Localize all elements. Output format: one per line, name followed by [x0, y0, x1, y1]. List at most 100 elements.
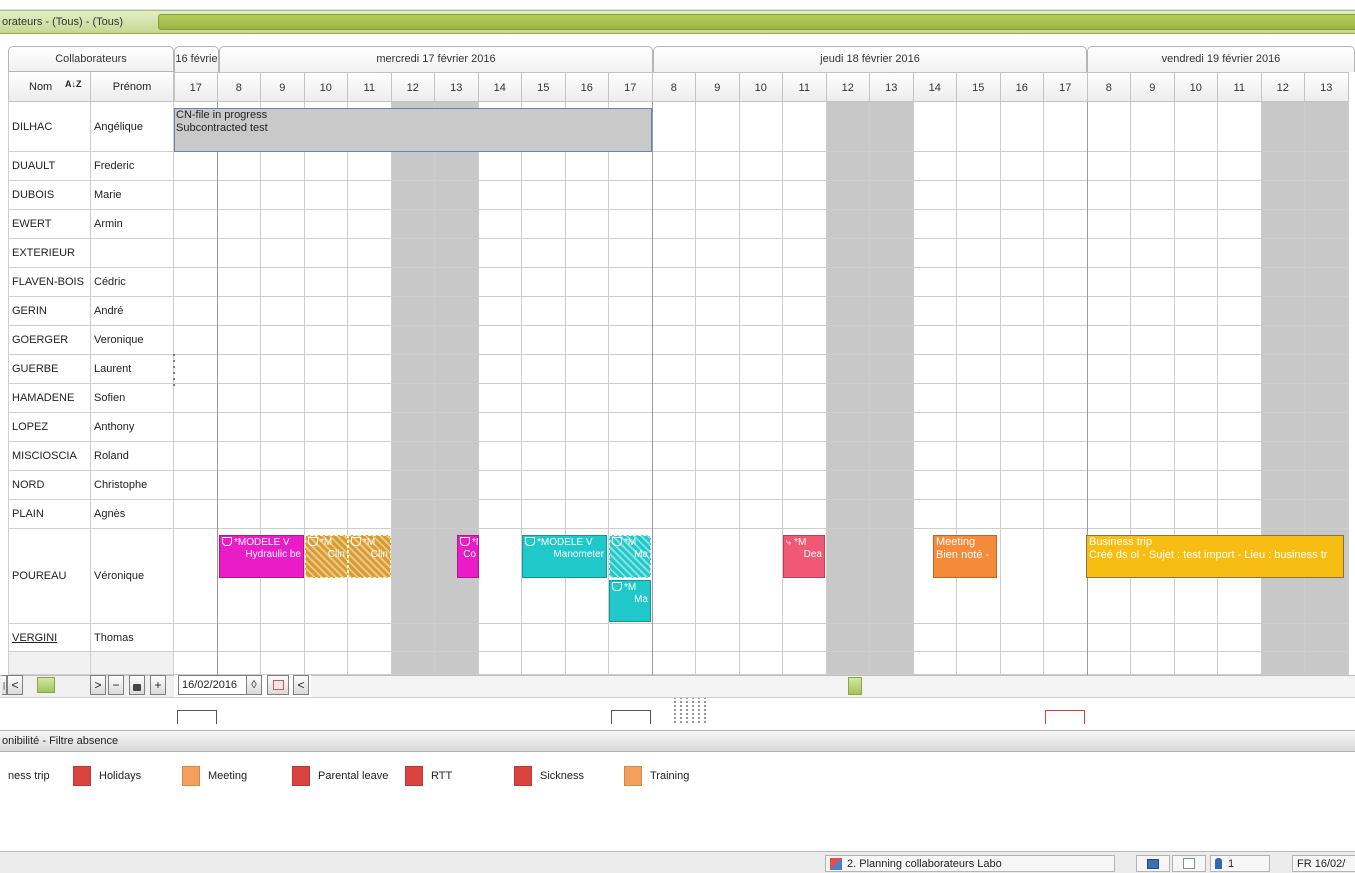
- grid-cell[interactable]: [739, 181, 783, 210]
- grid-cell[interactable]: [478, 624, 522, 652]
- grid-cell[interactable]: [783, 442, 827, 471]
- grid-cell[interactable]: [435, 210, 479, 239]
- grid-cell[interactable]: [913, 442, 957, 471]
- grid-cell[interactable]: [174, 355, 218, 384]
- grid-cell[interactable]: [1000, 326, 1044, 355]
- grid-cell[interactable]: [1218, 652, 1262, 675]
- grid-cell[interactable]: [261, 210, 305, 239]
- collaborator-prenom[interactable]: Angélique: [91, 102, 174, 152]
- grid-cell[interactable]: [304, 326, 348, 355]
- collaborator-nom[interactable]: LOPEZ: [8, 413, 91, 442]
- grid-cell[interactable]: [174, 471, 218, 500]
- grid-cell[interactable]: [391, 355, 435, 384]
- grid-cell[interactable]: [1174, 181, 1218, 210]
- grid-cell[interactable]: [174, 268, 218, 297]
- grid-cell[interactable]: [565, 442, 609, 471]
- grid-cell[interactable]: [913, 152, 957, 181]
- prev-collaborator-button[interactable]: <: [7, 675, 23, 695]
- grid-cell[interactable]: [913, 624, 957, 652]
- grid-cell[interactable]: [1218, 152, 1262, 181]
- grid-cell[interactable]: [174, 152, 218, 181]
- grid-cell[interactable]: [1174, 384, 1218, 413]
- grid-cell[interactable]: [609, 355, 653, 384]
- scroll-back-button[interactable]: <: [293, 675, 309, 695]
- grid-cell[interactable]: [1131, 181, 1175, 210]
- grid-cell[interactable]: [870, 152, 914, 181]
- grid-cell[interactable]: [522, 210, 566, 239]
- grid-cell[interactable]: [652, 268, 696, 297]
- grid-cell[interactable]: [217, 624, 261, 652]
- splitter-handle[interactable]: [172, 352, 176, 388]
- grid-cell[interactable]: [957, 442, 1001, 471]
- grid-cell[interactable]: [304, 268, 348, 297]
- grid-cell[interactable]: [696, 102, 740, 152]
- grid-cell[interactable]: [739, 102, 783, 152]
- grid-cell[interactable]: [957, 152, 1001, 181]
- grid-cell[interactable]: [783, 210, 827, 239]
- grid-cell[interactable]: [696, 152, 740, 181]
- collaborator-nom[interactable]: EWERT: [8, 210, 91, 239]
- grid-cell[interactable]: [783, 326, 827, 355]
- grid-cell[interactable]: [913, 652, 957, 675]
- grid-cell[interactable]: [1174, 442, 1218, 471]
- grid-cell[interactable]: [826, 102, 870, 152]
- grid-cell[interactable]: [435, 268, 479, 297]
- grid-cell[interactable]: [652, 652, 696, 675]
- grid-cell[interactable]: [957, 268, 1001, 297]
- grid-cell[interactable]: [391, 624, 435, 652]
- grid-cell[interactable]: [1305, 239, 1349, 268]
- grid-cell[interactable]: [1044, 355, 1088, 384]
- grid-cell[interactable]: [696, 500, 740, 529]
- grid-cell[interactable]: [1044, 442, 1088, 471]
- grid-cell[interactable]: [1131, 384, 1175, 413]
- grid-cell[interactable]: [957, 181, 1001, 210]
- grid-cell[interactable]: [348, 652, 392, 675]
- grid-cell[interactable]: [435, 326, 479, 355]
- grid-cell[interactable]: [348, 268, 392, 297]
- grid-cell[interactable]: [870, 413, 914, 442]
- grid-cell[interactable]: [1218, 268, 1262, 297]
- grid-cell[interactable]: [522, 239, 566, 268]
- grid-cell[interactable]: [217, 152, 261, 181]
- grid-cell[interactable]: [957, 652, 1001, 675]
- grid-cell[interactable]: [1305, 297, 1349, 326]
- grid-cell[interactable]: [696, 624, 740, 652]
- grid-cell[interactable]: [609, 326, 653, 355]
- grid-cell[interactable]: [435, 152, 479, 181]
- grid-cell[interactable]: [391, 152, 435, 181]
- collaborator-nom[interactable]: GOERGER: [8, 326, 91, 355]
- grid-cell[interactable]: [391, 413, 435, 442]
- grid-cell[interactable]: [261, 181, 305, 210]
- grid-cell[interactable]: [261, 442, 305, 471]
- grid-cell[interactable]: [957, 384, 1001, 413]
- grid-cell[interactable]: [1000, 102, 1044, 152]
- grid-cell[interactable]: [522, 652, 566, 675]
- grid-cell[interactable]: [304, 152, 348, 181]
- status-view-box[interactable]: 2. Planning collaborateurs Labo: [825, 855, 1115, 872]
- grid-cell[interactable]: [609, 471, 653, 500]
- collaborator-nom[interactable]: DUBOIS: [8, 181, 91, 210]
- grid-cell[interactable]: [609, 384, 653, 413]
- grid-cell[interactable]: [348, 181, 392, 210]
- grid-cell[interactable]: [783, 268, 827, 297]
- grid-cell[interactable]: [1261, 500, 1305, 529]
- grid-cell[interactable]: [522, 326, 566, 355]
- grid-cell[interactable]: [435, 181, 479, 210]
- date-spinner[interactable]: ◊: [246, 675, 262, 695]
- grid-cell[interactable]: [565, 355, 609, 384]
- grid-cell[interactable]: [739, 471, 783, 500]
- availability-section-header[interactable]: onibilité - Filtre absence: [0, 730, 1355, 752]
- grid-cell[interactable]: [1261, 471, 1305, 500]
- grid-cell[interactable]: [261, 413, 305, 442]
- grid-cell[interactable]: [1044, 652, 1088, 675]
- grid-cell[interactable]: [1000, 471, 1044, 500]
- grid-cell[interactable]: [1218, 471, 1262, 500]
- grid-cell[interactable]: [478, 326, 522, 355]
- grid-cell[interactable]: [870, 102, 914, 152]
- legend-item[interactable]: Training: [624, 766, 689, 786]
- grid-cell[interactable]: [826, 652, 870, 675]
- grid-cell[interactable]: [435, 471, 479, 500]
- grid-cell[interactable]: [1218, 239, 1262, 268]
- grid-cell[interactable]: [696, 239, 740, 268]
- grid-cell[interactable]: [304, 355, 348, 384]
